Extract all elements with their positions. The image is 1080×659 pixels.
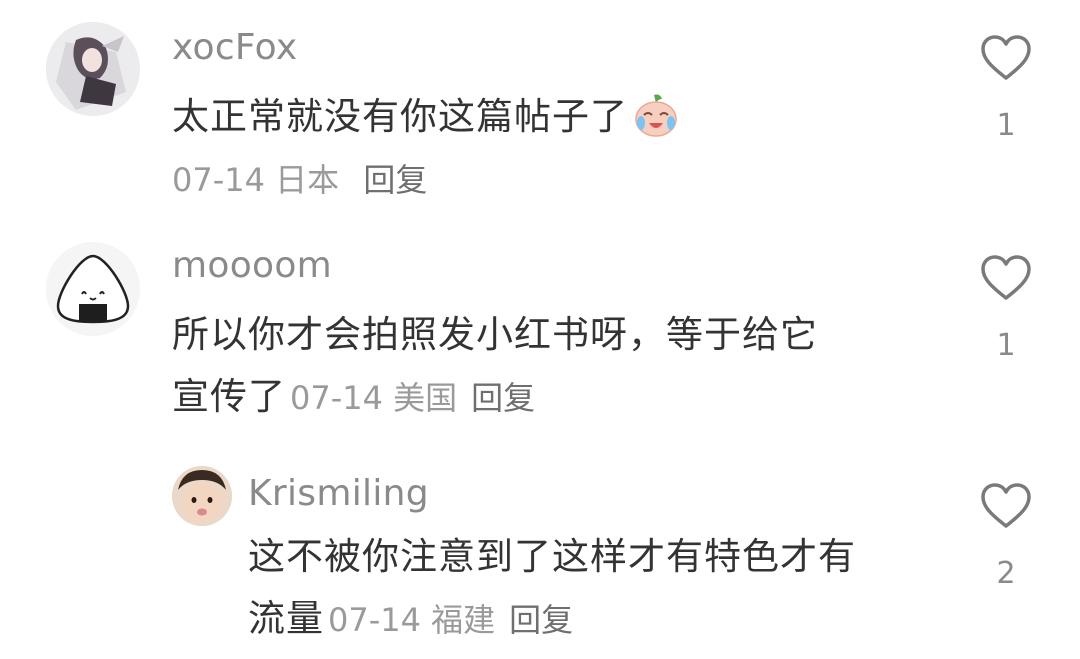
comment-text: 太正常就没有你这篇帖子了 xyxy=(172,86,680,158)
like-count: 2 xyxy=(996,556,1016,591)
comment-location: 福建 xyxy=(431,601,496,639)
avatar-anime-girl-icon xyxy=(46,22,140,116)
like-button[interactable]: 2 xyxy=(976,482,1036,592)
comment-text-line: 这不被你注意到了这样才有特色才有 xyxy=(248,535,856,578)
like-count: 1 xyxy=(996,108,1016,143)
comment-date: 07-14 xyxy=(290,379,383,417)
like-button[interactable]: 1 xyxy=(976,34,1036,144)
comment-meta: 07-14 美国 回复 xyxy=(290,379,535,417)
crying-laughing-emoji-icon xyxy=(632,91,680,158)
comment-item: xocFox 太正常就没有你这篇帖子了 07-14 日本 回复 1 xyxy=(0,0,1080,220)
comment-text-content: 流量 xyxy=(248,597,324,640)
comment-item: moooom 所以你才会拍照发小红书呀，等于给它 宣传了 07-14 美国 回复 1 xyxy=(0,220,1080,440)
heart-outline-icon xyxy=(981,35,1031,80)
heart-outline-icon xyxy=(981,483,1031,528)
comment-location: 日本 xyxy=(275,161,340,199)
avatar[interactable] xyxy=(172,466,232,526)
comment-text-content: 太正常就没有你这篇帖子了 xyxy=(172,95,628,138)
reply-button[interactable]: 回复 xyxy=(509,601,573,639)
username[interactable]: Krismiling xyxy=(248,472,429,516)
comment-text-line: 所以你才会拍照发小红书呀，等于给它 xyxy=(172,313,818,356)
comment-text-line: 流量 07-14 福建 回复 xyxy=(248,588,968,651)
comment-meta: 07-14 日本 回复 xyxy=(172,158,427,202)
avatar-child-photo-icon xyxy=(172,466,232,526)
avatar-onigiri-icon xyxy=(46,242,140,336)
reply-button[interactable]: 回复 xyxy=(363,161,427,199)
heart-outline-icon xyxy=(981,255,1031,300)
comment-location: 美国 xyxy=(393,379,458,417)
reply-button[interactable]: 回复 xyxy=(471,379,535,417)
comment-date: 07-14 xyxy=(172,161,265,199)
comment-text-content: 宣传了 xyxy=(172,375,286,418)
comment-meta: 07-14 福建 回复 xyxy=(328,601,573,639)
username[interactable]: moooom xyxy=(172,244,332,288)
comment-date: 07-14 xyxy=(328,601,421,639)
comment-text: 这不被你注意到了这样才有特色才有 流量 07-14 福建 回复 xyxy=(248,526,968,651)
avatar[interactable] xyxy=(46,22,140,116)
comment-text: 所以你才会拍照发小红书呀，等于给它 宣传了 07-14 美国 回复 xyxy=(172,304,932,429)
like-button[interactable]: 1 xyxy=(976,254,1036,364)
avatar[interactable] xyxy=(46,242,140,336)
comment-text-line: 宣传了 07-14 美国 回复 xyxy=(172,366,932,429)
like-count: 1 xyxy=(996,328,1016,363)
username[interactable]: xocFox xyxy=(172,26,297,70)
reply-comment-item: Krismiling 这不被你注意到了这样才有特色才有 流量 07-14 福建 回复… xyxy=(0,440,1080,659)
